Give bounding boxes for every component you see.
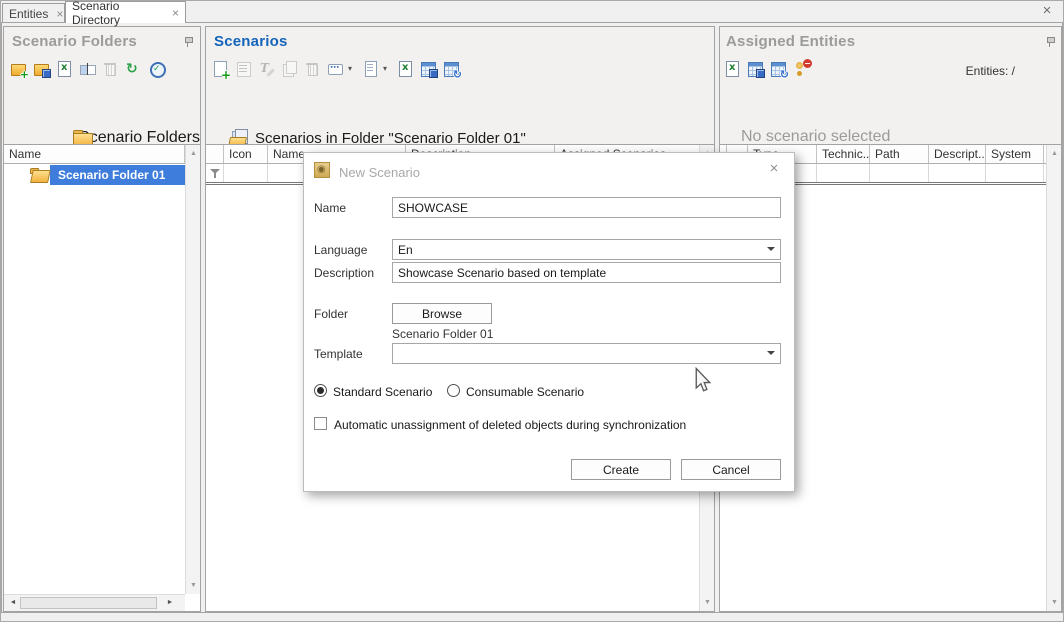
- export-excel-icon[interactable]: [56, 60, 74, 78]
- column-header-system[interactable]: System: [986, 145, 1044, 163]
- column-header-name[interactable]: Name: [4, 145, 185, 163]
- copy-icon: [281, 60, 299, 78]
- tab-entities-close-icon[interactable]: ×: [56, 9, 63, 19]
- scroll-up-icon[interactable]: ▲: [186, 146, 200, 161]
- refresh-table-icon[interactable]: [443, 60, 461, 78]
- tab-scenario-directory-label: Scenario Directory: [72, 0, 164, 27]
- dialog-icon: [314, 162, 330, 178]
- refresh-icon[interactable]: [125, 60, 143, 78]
- chevron-down-icon[interactable]: [767, 247, 775, 251]
- scenario-folders-panel: Scenario Folders Scenario Folders Name S…: [3, 26, 201, 612]
- filter-cell[interactable]: [929, 164, 986, 182]
- new-scenario-icon[interactable]: [212, 60, 230, 78]
- properties-icon: [235, 60, 253, 78]
- language-select-value: En: [398, 243, 413, 257]
- filter-cell[interactable]: [224, 164, 268, 182]
- scroll-right-icon[interactable]: ►: [163, 596, 177, 610]
- scroll-up-icon[interactable]: ▲: [1047, 146, 1061, 161]
- folder-tree-grid: Name Scenario Folder 01 ▲ ▼ ◄ ►: [4, 144, 200, 611]
- auto-unassignment-label: Automatic unassignment of deleted object…: [334, 418, 686, 432]
- scenarios-toolbar: ▾▾: [212, 60, 466, 79]
- tab-scenario-directory-close-icon[interactable]: ×: [172, 8, 179, 18]
- edit-description-icon: [258, 60, 276, 78]
- scroll-left-icon[interactable]: ◄: [6, 596, 20, 610]
- dialog-title: New Scenario: [339, 165, 420, 180]
- save-layout-icon[interactable]: [747, 60, 765, 78]
- convert-document-icon[interactable]: [362, 60, 380, 78]
- mouse-cursor: [694, 367, 712, 399]
- auto-unassignment-checkbox[interactable]: [314, 417, 327, 430]
- name-label: Name: [314, 201, 346, 215]
- assigned-entities-panel-title: Assigned Entities: [726, 33, 855, 50]
- tree-item-label: Scenario Folder 01: [58, 168, 165, 182]
- standard-scenario-radio[interactable]: [314, 384, 327, 397]
- entities-path-label: Entities: /: [966, 64, 1015, 78]
- validate-icon[interactable]: [148, 60, 166, 78]
- dialog-close-icon[interactable]: ×: [766, 161, 782, 177]
- delete-icon: [102, 60, 120, 78]
- template-label: Template: [314, 347, 363, 361]
- scroll-down-icon[interactable]: ▼: [700, 595, 714, 610]
- unassign-entity-icon[interactable]: [793, 60, 811, 78]
- assigned-entities-toolbar: [724, 60, 816, 79]
- description-input[interactable]: Showcase Scenario based on template: [392, 262, 781, 283]
- consumable-scenario-label: Consumable Scenario: [466, 385, 584, 399]
- scroll-down-icon[interactable]: ▼: [186, 578, 200, 593]
- template-select[interactable]: [392, 343, 781, 364]
- scenario-folders-panel-title: Scenario Folders: [12, 33, 137, 50]
- open-folder-icon: [30, 168, 48, 182]
- chevron-down-icon[interactable]: [767, 351, 775, 355]
- folder-value: Scenario Folder 01: [392, 327, 493, 341]
- language-label: Language: [314, 243, 367, 257]
- name-input[interactable]: SHOWCASE: [392, 197, 781, 218]
- rename-field-icon[interactable]: [79, 60, 97, 78]
- horizontal-scrollbar[interactable]: ◄ ►: [4, 594, 185, 611]
- standard-scenario-label: Standard Scenario: [333, 385, 432, 399]
- column-header-icon[interactable]: Icon: [224, 145, 268, 163]
- refresh-table-icon[interactable]: [770, 60, 788, 78]
- scenario-folders-toolbar: [10, 60, 171, 79]
- column-header-path[interactable]: Path: [870, 145, 929, 163]
- tab-entities-label: Entities: [9, 7, 48, 21]
- comment-dropdown-icon[interactable]: ▾: [348, 60, 357, 78]
- new-scenario-dialog: New Scenario × Name SHOWCASE Language En…: [303, 152, 795, 492]
- vertical-scrollbar[interactable]: ▲ ▼: [185, 145, 200, 594]
- new-folder-icon[interactable]: [10, 60, 28, 78]
- filter-cell[interactable]: [870, 164, 929, 182]
- vertical-scrollbar[interactable]: ▲ ▼: [1046, 145, 1061, 611]
- tree-item-scenario-folder-01[interactable]: Scenario Folder 01: [4, 165, 185, 185]
- column-header-technical[interactable]: Technic...: [817, 145, 870, 163]
- pin-icon[interactable]: [183, 36, 194, 48]
- save-folder-icon[interactable]: [33, 60, 51, 78]
- filter-cell[interactable]: [986, 164, 1044, 182]
- delete-icon: [304, 60, 322, 78]
- description-label: Description: [314, 266, 374, 280]
- column-header-description[interactable]: Descript...: [929, 145, 986, 163]
- document-close-icon[interactable]: ×: [1038, 2, 1056, 20]
- create-button[interactable]: Create: [571, 459, 671, 480]
- filter-cell[interactable]: [817, 164, 870, 182]
- scrollbar-thumb[interactable]: [20, 597, 157, 609]
- save-layout-icon[interactable]: [420, 60, 438, 78]
- scroll-down-icon[interactable]: ▼: [1047, 595, 1061, 610]
- tab-entities[interactable]: Entities ×: [2, 3, 65, 23]
- consumable-scenario-radio[interactable]: [447, 384, 460, 397]
- scenarios-panel-title: Scenarios: [214, 33, 288, 50]
- pin-icon[interactable]: [1045, 36, 1056, 48]
- browse-button[interactable]: Browse: [392, 303, 492, 324]
- application-window: Entities × Scenario Directory × × Scenar…: [0, 0, 1064, 622]
- filter-icon[interactable]: [209, 167, 221, 179]
- language-select[interactable]: En: [392, 239, 781, 260]
- comment-icon[interactable]: [327, 60, 345, 78]
- export-excel-icon[interactable]: [397, 60, 415, 78]
- folder-label: Folder: [314, 307, 348, 321]
- export-excel-icon[interactable]: [724, 60, 742, 78]
- tab-scenario-directory[interactable]: Scenario Directory ×: [65, 1, 186, 23]
- convert-document-dropdown-icon[interactable]: ▾: [383, 60, 392, 78]
- cancel-button[interactable]: Cancel: [681, 459, 781, 480]
